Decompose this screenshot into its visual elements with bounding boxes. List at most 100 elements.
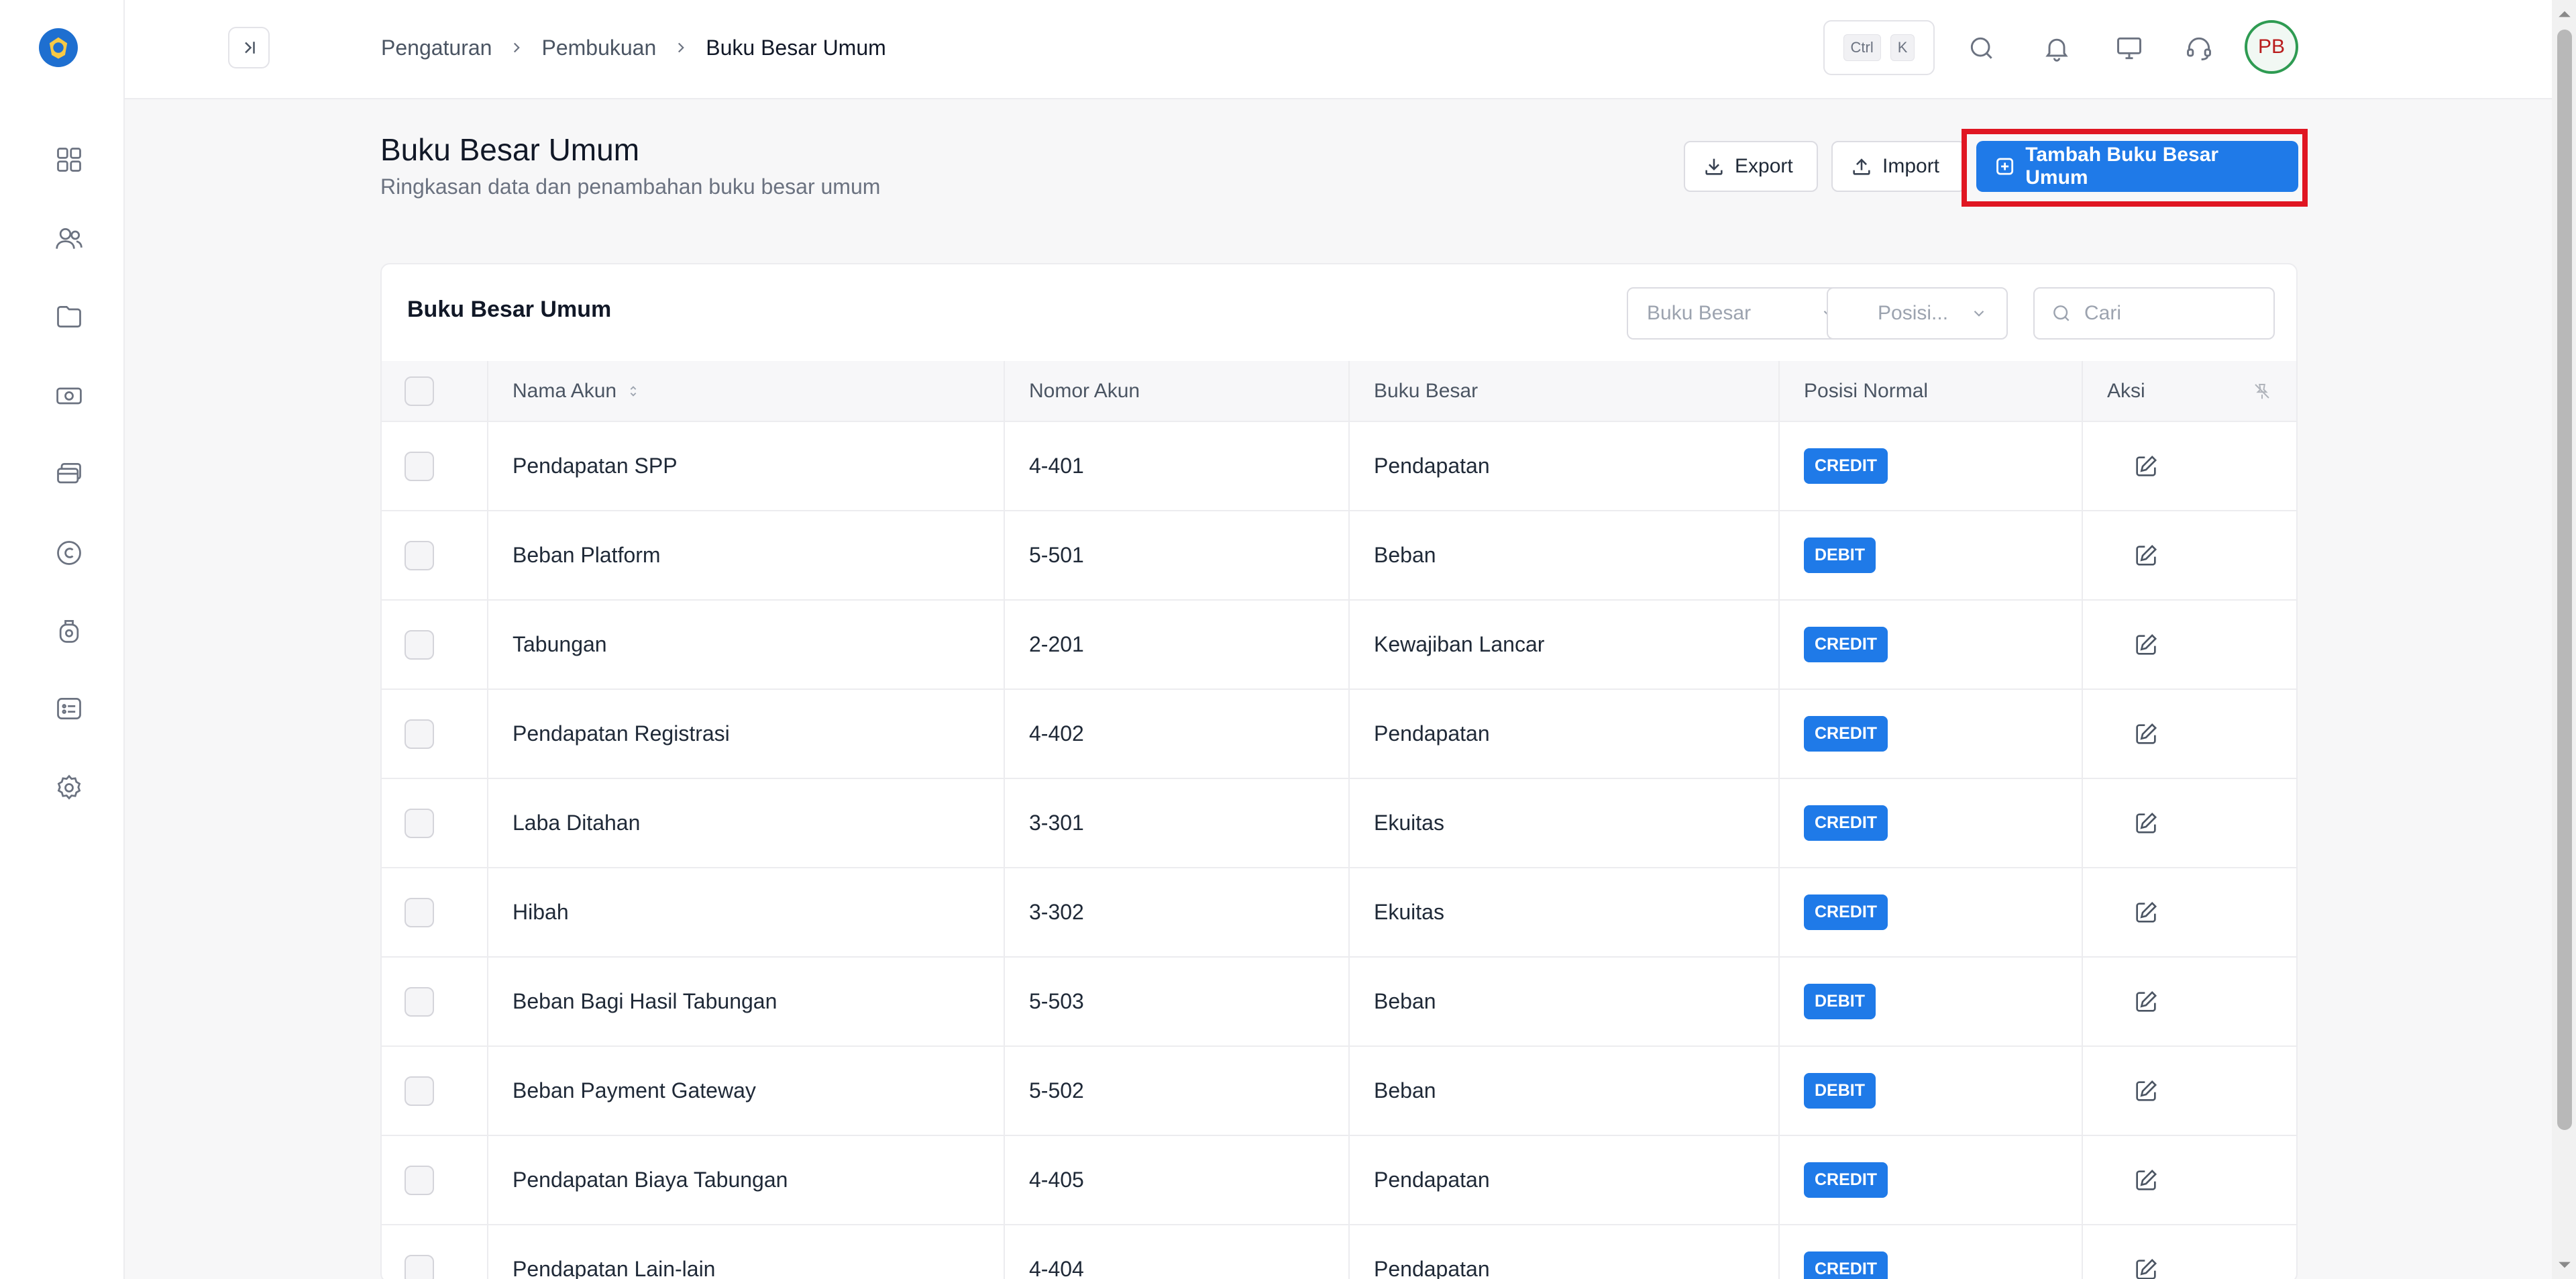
cell-buku-besar: Pendapatan — [1349, 421, 1780, 511]
sidebar-toggle-button[interactable] — [228, 27, 270, 68]
table-body: Pendapatan SPP 4-401 Pendapatan CREDIT B… — [382, 421, 2296, 1279]
cell-nama-akun: Beban Payment Gateway — [488, 1046, 1005, 1136]
highlight-annotation — [1962, 129, 2308, 207]
filter-buku-besar-select[interactable]: Buku Besar — [1627, 287, 1858, 340]
cell-nomor-akun: 4-404 — [1004, 1225, 1350, 1279]
display-button[interactable] — [2110, 30, 2148, 67]
posisi-badge: CREDIT — [1804, 448, 1888, 484]
row-checkbox[interactable] — [405, 629, 434, 660]
scrollbar-thumb[interactable] — [2557, 30, 2572, 1130]
scroll-up-arrow-icon[interactable] — [2557, 7, 2572, 21]
edit-icon[interactable] — [2133, 453, 2159, 480]
header-posisi-normal: Posisi Normal — [1779, 361, 2083, 422]
edit-icon[interactable] — [2133, 988, 2159, 1015]
edit-icon[interactable] — [2133, 721, 2159, 748]
header-aksi-label: Aksi — [2107, 379, 2145, 402]
sidebar-item-cards[interactable] — [53, 458, 85, 490]
sidebar-item-dashboard[interactable] — [53, 144, 85, 176]
sidebar-item-users[interactable] — [53, 223, 85, 255]
select-all-checkbox[interactable] — [405, 376, 434, 406]
row-checkbox[interactable] — [405, 1076, 434, 1106]
scroll-down-arrow-icon[interactable] — [2557, 1258, 2572, 1272]
cell-aksi — [2082, 600, 2296, 690]
cell-posisi-normal: DEBIT — [1779, 511, 2083, 601]
import-button[interactable]: Import — [1831, 141, 1966, 192]
edit-icon[interactable] — [2133, 810, 2159, 837]
dashboard-icon — [57, 148, 81, 172]
support-button[interactable] — [2180, 30, 2218, 67]
edit-icon[interactable] — [2133, 1256, 2159, 1279]
posisi-badge: DEBIT — [1804, 984, 1876, 1019]
row-checkbox[interactable] — [405, 1165, 434, 1195]
export-button[interactable]: Export — [1684, 141, 1818, 192]
cell-aksi — [2082, 957, 2296, 1047]
row-select-cell — [382, 868, 488, 958]
row-checkbox[interactable] — [405, 540, 434, 570]
row-select-cell — [382, 511, 488, 601]
header-nama-akun-label: Nama Akun — [513, 379, 617, 402]
cell-nama-akun: Pendapatan Biaya Tabungan — [488, 1135, 1005, 1225]
cell-posisi-normal: CREDIT — [1779, 1135, 2083, 1225]
filter-posisi-select[interactable]: Posisi... — [1827, 287, 2008, 340]
cell-nomor-akun: 3-302 — [1004, 868, 1350, 958]
sidebar-item-cash[interactable] — [53, 380, 85, 412]
breadcrumb-item-pembukuan[interactable]: Pembukuan — [541, 36, 656, 60]
logo-emblem-icon — [49, 37, 68, 59]
breadcrumb-current: Buku Besar Umum — [706, 35, 886, 60]
posisi-badge: CREDIT — [1804, 627, 1888, 662]
sidebar-item-folder[interactable] — [53, 301, 85, 333]
cell-posisi-normal: CREDIT — [1779, 421, 2083, 511]
cell-nama-akun: Pendapatan Registrasi — [488, 689, 1005, 779]
cell-aksi — [2082, 421, 2296, 511]
notifications-button[interactable] — [2038, 30, 2076, 67]
sidebar-item-settings[interactable] — [53, 772, 85, 804]
row-checkbox[interactable] — [405, 897, 434, 927]
edit-icon[interactable] — [2133, 631, 2159, 658]
edit-icon[interactable] — [2133, 1167, 2159, 1194]
row-checkbox[interactable] — [405, 1254, 434, 1279]
row-checkbox[interactable] — [405, 808, 434, 838]
cell-buku-besar: Kewajiban Lancar — [1349, 600, 1780, 690]
cash-icon — [56, 387, 82, 405]
sidebar-item-piggy[interactable] — [53, 615, 85, 647]
row-checkbox[interactable] — [405, 986, 434, 1017]
cell-buku-besar: Ekuitas — [1349, 868, 1780, 958]
command-shortcut[interactable]: Ctrl K — [1823, 20, 1935, 75]
edit-icon[interactable] — [2133, 1078, 2159, 1105]
coin-icon — [57, 541, 81, 565]
sidebar-item-coin[interactable] — [53, 537, 85, 569]
table-header-row: Nama Akun Nomor Akun Buku Besar Posisi N… — [382, 361, 2296, 422]
row-checkbox[interactable] — [405, 451, 434, 481]
sort-icon[interactable] — [626, 384, 641, 399]
edit-icon[interactable] — [2133, 899, 2159, 926]
posisi-badge: DEBIT — [1804, 538, 1876, 573]
row-checkbox[interactable] — [405, 719, 434, 749]
user-avatar[interactable]: PB — [2245, 20, 2298, 74]
app-logo[interactable] — [39, 28, 78, 67]
breadcrumb: Pengaturan Pembukuan Buku Besar Umum — [381, 31, 886, 64]
cell-posisi-normal: CREDIT — [1779, 868, 2083, 958]
table-row: Beban Bagi Hasil Tabungan 5-503 Beban DE… — [382, 957, 2296, 1047]
search-button[interactable] — [1963, 30, 2000, 67]
header-nama-akun[interactable]: Nama Akun — [488, 361, 1005, 422]
edit-icon[interactable] — [2133, 542, 2159, 569]
import-label: Import — [1882, 155, 1940, 177]
ledger-table: Nama Akun Nomor Akun Buku Besar Posisi N… — [382, 361, 2296, 1279]
cell-aksi — [2082, 778, 2296, 868]
cell-buku-besar: Beban — [1349, 1046, 1780, 1136]
page-scrollbar[interactable] — [2552, 0, 2576, 1279]
sidebar-item-list[interactable] — [53, 693, 85, 725]
table-row: Pendapatan Registrasi 4-402 Pendapatan C… — [382, 689, 2296, 779]
header-aksi: Aksi — [2082, 361, 2296, 422]
search-input[interactable]: Cari — [2033, 287, 2275, 340]
row-select-cell — [382, 421, 488, 511]
cell-nomor-akun: 5-503 — [1004, 957, 1350, 1047]
cell-nomor-akun: 4-401 — [1004, 421, 1350, 511]
cell-buku-besar: Ekuitas — [1349, 778, 1780, 868]
gear-icon — [57, 774, 81, 800]
table-row: Tabungan 2-201 Kewajiban Lancar CREDIT — [382, 600, 2296, 690]
pin-off-icon[interactable] — [2252, 381, 2272, 401]
table-row: Laba Ditahan 3-301 Ekuitas CREDIT — [382, 778, 2296, 868]
breadcrumb-item-pengaturan[interactable]: Pengaturan — [381, 36, 492, 60]
list-icon — [57, 697, 81, 720]
